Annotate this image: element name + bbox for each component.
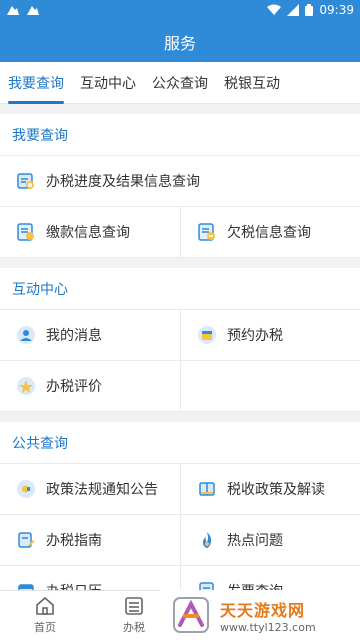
notification-icon [6, 3, 20, 17]
tab-public-query[interactable]: 公众查询 [144, 62, 216, 104]
payment-doc-icon [16, 222, 36, 242]
flame-icon [197, 530, 217, 550]
megaphone-icon [16, 479, 36, 499]
calendar-grid-icon [16, 581, 36, 590]
home-icon [34, 595, 56, 617]
tax-progress-query[interactable]: 办税进度及结果信息查询 [0, 156, 360, 206]
section-title-public: 公共查询 [0, 422, 360, 464]
invoice-query[interactable]: 发票查询 [180, 566, 360, 590]
clock-time: 09:39 [319, 3, 354, 17]
tax-guide[interactable]: 办税指南 [0, 515, 180, 565]
nav-home[interactable]: 首页 [15, 595, 75, 640]
guide-pencil-icon [16, 530, 36, 550]
progress-doc-icon [16, 171, 36, 191]
brand-url: www.ttyl123.com [220, 620, 316, 634]
page-title: 服务 [163, 34, 196, 53]
tax-calendar[interactable]: 办税日历 [0, 566, 180, 590]
section-title-interaction: 互动中心 [0, 268, 360, 310]
brand-logo-icon [168, 592, 214, 638]
arrears-doc-icon [197, 222, 217, 242]
tab-my-query[interactable]: 我要查询 [0, 62, 72, 104]
notification-icon [26, 3, 40, 17]
list-icon [123, 595, 145, 617]
signal-icon [287, 4, 300, 16]
wifi-icon [267, 4, 282, 16]
calendar-icon [197, 325, 217, 345]
tax-evaluation[interactable]: 办税评价 [0, 361, 180, 411]
section-title-query: 我要查询 [0, 114, 360, 156]
nav-tax[interactable]: 办税 [104, 595, 164, 640]
title-bar: 服务 [0, 22, 360, 62]
arrears-info-query[interactable]: 欠税信息查询 [180, 207, 360, 257]
my-messages[interactable]: 我的消息 [0, 310, 180, 360]
tab-interaction-center[interactable]: 互动中心 [72, 62, 144, 104]
payment-info-query[interactable]: 缴款信息查询 [0, 207, 180, 257]
tab-bar: 我要查询 互动中心 公众查询 税银互动 [0, 62, 360, 104]
book-icon [197, 479, 217, 499]
status-bar: 09:39 [0, 0, 360, 22]
user-message-icon [16, 325, 36, 345]
rating-icon [16, 376, 36, 396]
brand-name: 天天游戏网 [220, 600, 306, 620]
service-list: 我要查询 办税进度及结果信息查询 缴款信息查询 欠税信息查询 互动中心 我的消息… [0, 104, 360, 590]
tab-tax-bank[interactable]: 税银互动 [216, 62, 288, 104]
appointment-tax[interactable]: 预约办税 [180, 310, 360, 360]
hot-topics[interactable]: 热点问题 [180, 515, 360, 565]
watermark: 天天游戏网 www.ttyl123.com [160, 590, 360, 640]
invoice-icon [197, 581, 217, 590]
tax-policy-interpretation[interactable]: 税收政策及解读 [180, 464, 360, 514]
policy-notices[interactable]: 政策法规通知公告 [0, 464, 180, 514]
empty-cell [180, 361, 360, 411]
battery-icon [305, 4, 314, 16]
